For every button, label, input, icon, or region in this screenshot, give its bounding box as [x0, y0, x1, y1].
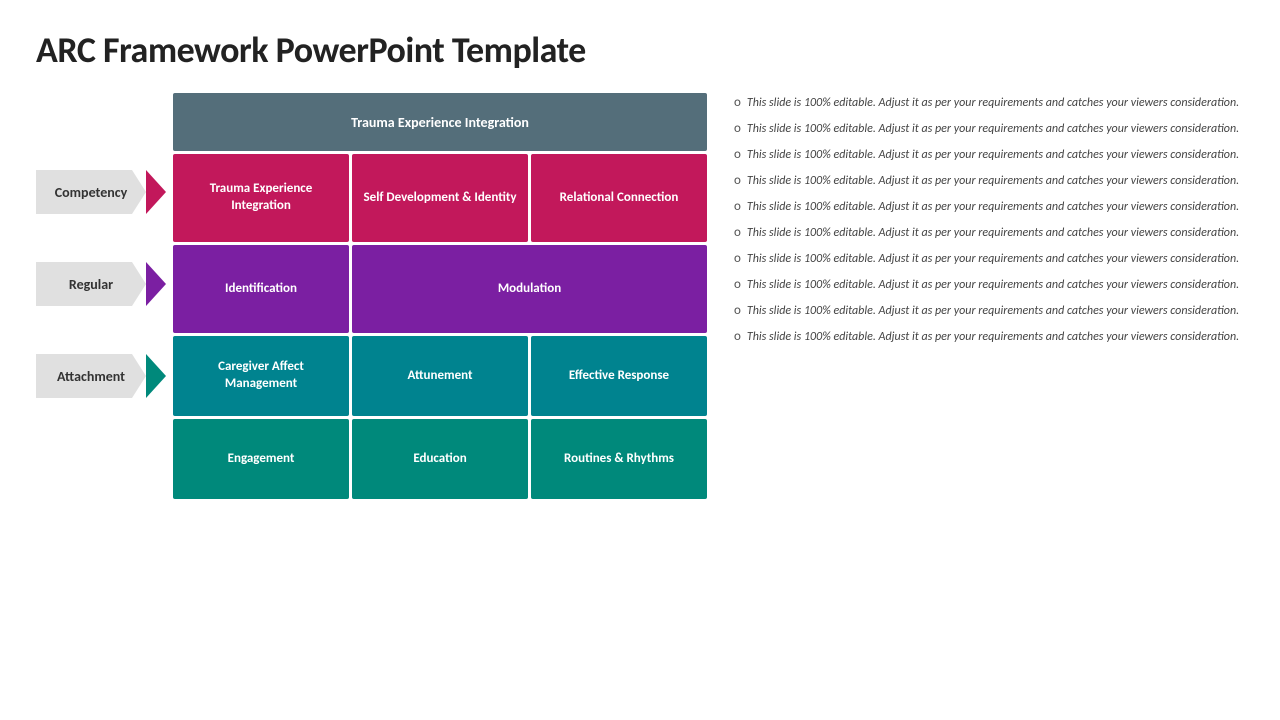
regular-arrow [146, 262, 166, 306]
note-text: This slide is 100% editable. Adjust it a… [747, 250, 1239, 268]
note-text: This slide is 100% editable. Adjust it a… [747, 198, 1239, 216]
note-item: o This slide is 100% editable. Adjust it … [734, 276, 1244, 294]
cell-caregiver: Caregiver Affect Management [173, 336, 349, 416]
attachment-label-row: Attachment [36, 332, 166, 500]
competency-label-row: Competency [36, 148, 166, 236]
page-title: ARC Framework PowerPoint Template [36, 28, 1244, 72]
cell-education: Education [352, 419, 528, 499]
labels-column: Competency Regular [36, 90, 166, 506]
note-bullet-icon: o [734, 329, 741, 344]
header-cell: Trauma Experience Integration [173, 93, 707, 151]
table-row-pink: Trauma Experience Integration Self Devel… [173, 154, 707, 242]
note-text: This slide is 100% editable. Adjust it a… [747, 302, 1239, 320]
note-item: o This slide is 100% editable. Adjust it … [734, 224, 1244, 242]
note-item: o This slide is 100% editable. Adjust it … [734, 120, 1244, 138]
note-bullet-icon: o [734, 95, 741, 110]
note-item: o This slide is 100% editable. Adjust it … [734, 302, 1244, 320]
note-item: o This slide is 100% editable. Adjust it … [734, 250, 1244, 268]
regular-label-row: Regular [36, 240, 166, 328]
page: ARC Framework PowerPoint Template Compet… [0, 0, 1280, 720]
diagram-area: Competency Regular [36, 90, 710, 700]
note-text: This slide is 100% editable. Adjust it a… [747, 328, 1239, 346]
competency-label: Competency [36, 170, 146, 214]
cell-self-dev: Self Development & Identity [352, 154, 528, 242]
regular-label-box: Regular [36, 262, 166, 306]
attachment-arrow [146, 354, 166, 398]
note-bullet-icon: o [734, 251, 741, 266]
note-item: o This slide is 100% editable. Adjust it … [734, 328, 1244, 346]
note-text: This slide is 100% editable. Adjust it a… [747, 276, 1239, 294]
notes-area: o This slide is 100% editable. Adjust it … [734, 90, 1244, 700]
note-item: o This slide is 100% editable. Adjust it … [734, 172, 1244, 190]
cell-relational: Relational Connection [531, 154, 707, 242]
note-item: o This slide is 100% editable. Adjust it … [734, 94, 1244, 112]
note-text: This slide is 100% editable. Adjust it a… [747, 120, 1239, 138]
cell-effective: Effective Response [531, 336, 707, 416]
attachment-label-box: Attachment [36, 354, 166, 398]
content-area: Competency Regular [36, 90, 1244, 700]
note-bullet-icon: o [734, 303, 741, 318]
framework-table: Trauma Experience Integration Trauma Exp… [170, 90, 710, 502]
cell-trauma-ei: Trauma Experience Integration [173, 154, 349, 242]
note-bullet-icon: o [734, 225, 741, 240]
cell-attunement: Attunement [352, 336, 528, 416]
note-item: o This slide is 100% editable. Adjust it … [734, 198, 1244, 216]
regular-label: Regular [36, 262, 146, 306]
cell-identification: Identification [173, 245, 349, 333]
table-row-teal-dark: Caregiver Affect Management Attunement E… [173, 336, 707, 416]
table-row-teal-light: Engagement Education Routines & Rhythms [173, 419, 707, 499]
competency-arrow [146, 170, 166, 214]
cell-modulation: Modulation [352, 245, 707, 333]
cell-engagement: Engagement [173, 419, 349, 499]
note-text: This slide is 100% editable. Adjust it a… [747, 146, 1239, 164]
note-bullet-icon: o [734, 199, 741, 214]
note-text: This slide is 100% editable. Adjust it a… [747, 172, 1239, 190]
note-text: This slide is 100% editable. Adjust it a… [747, 224, 1239, 242]
note-text: This slide is 100% editable. Adjust it a… [747, 94, 1239, 112]
note-bullet-icon: o [734, 147, 741, 162]
note-bullet-icon: o [734, 173, 741, 188]
note-bullet-icon: o [734, 277, 741, 292]
label-spacer [36, 90, 166, 148]
note-bullet-icon: o [734, 121, 741, 136]
cell-routines: Routines & Rhythms [531, 419, 707, 499]
table-row-purple: Identification Modulation [173, 245, 707, 333]
competency-label-box: Competency [36, 170, 166, 214]
attachment-label: Attachment [36, 354, 146, 398]
table-header-row: Trauma Experience Integration [173, 93, 707, 151]
note-item: o This slide is 100% editable. Adjust it … [734, 146, 1244, 164]
